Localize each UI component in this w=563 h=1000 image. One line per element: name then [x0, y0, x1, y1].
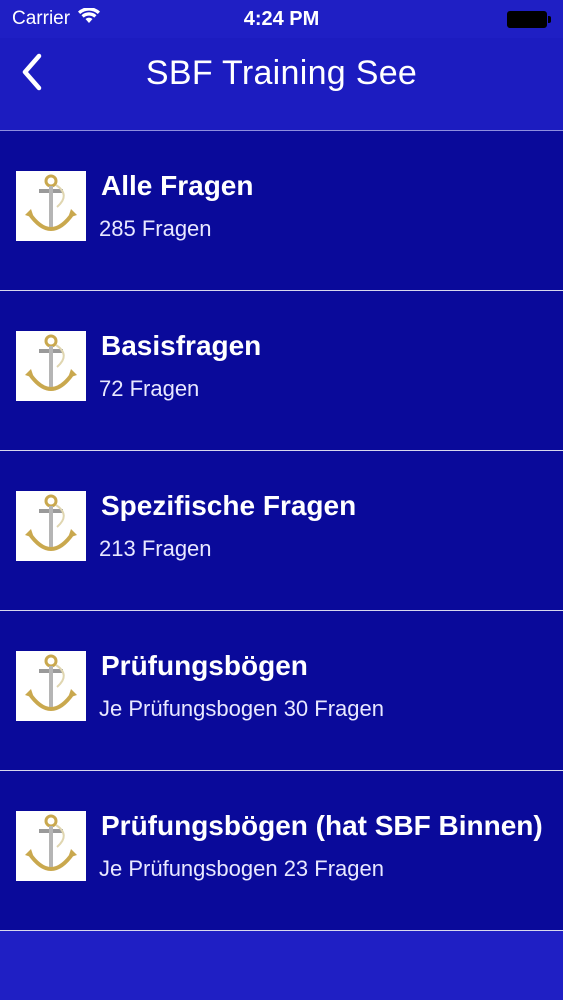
page-title: SBF Training See [145, 54, 418, 92]
list-item-spezifische-fragen[interactable]: Spezifische Fragen 213 Fragen [0, 451, 563, 611]
anchor-icon [16, 491, 86, 561]
list-item-title: Alle Fragen [101, 170, 254, 201]
list-footer-area [0, 931, 563, 1000]
list-item-subtitle: 72 Fragen [99, 376, 200, 401]
list-item-subtitle: 285 Fragen [99, 216, 212, 241]
list-item-title: Spezifische Fragen [101, 490, 357, 521]
clock: 4:24 PM [243, 7, 320, 30]
category-list: Alle Fragen 285 Fragen Basisfragen 72 Fr… [0, 130, 563, 931]
anchor-icon [16, 811, 86, 881]
list-item-subtitle: Je Prüfungsbogen 30 Fragen [99, 696, 384, 721]
anchor-icon [16, 171, 86, 241]
list-item-title: Basisfragen [101, 330, 262, 361]
anchor-icon [16, 651, 86, 721]
list-item-subtitle: Je Prüfungsbogen 23 Fragen [99, 856, 384, 881]
list-item-title: Prüfungsbögen (hat SBF Binnen) [101, 810, 543, 841]
anchor-icon [16, 331, 86, 401]
list-item-title: Prüfungsbögen [101, 650, 308, 681]
battery-icon [507, 10, 551, 28]
status-bar: Carrier 4:24 PM [0, 0, 563, 38]
list-item-alle-fragen[interactable]: Alle Fragen 285 Fragen [0, 131, 563, 291]
list-item-basisfragen[interactable]: Basisfragen 72 Fragen [0, 291, 563, 451]
list-item-subtitle: 213 Fragen [99, 536, 212, 561]
status-right [507, 10, 551, 28]
navigation-bar: SBF Training See [0, 38, 563, 130]
list-item-pruefungsboegen-binnen[interactable]: Prüfungsbögen (hat SBF Binnen) Je Prüfun… [0, 771, 563, 931]
list-item-pruefungsboegen[interactable]: Prüfungsbögen Je Prüfungsbogen 30 Fragen [0, 611, 563, 771]
